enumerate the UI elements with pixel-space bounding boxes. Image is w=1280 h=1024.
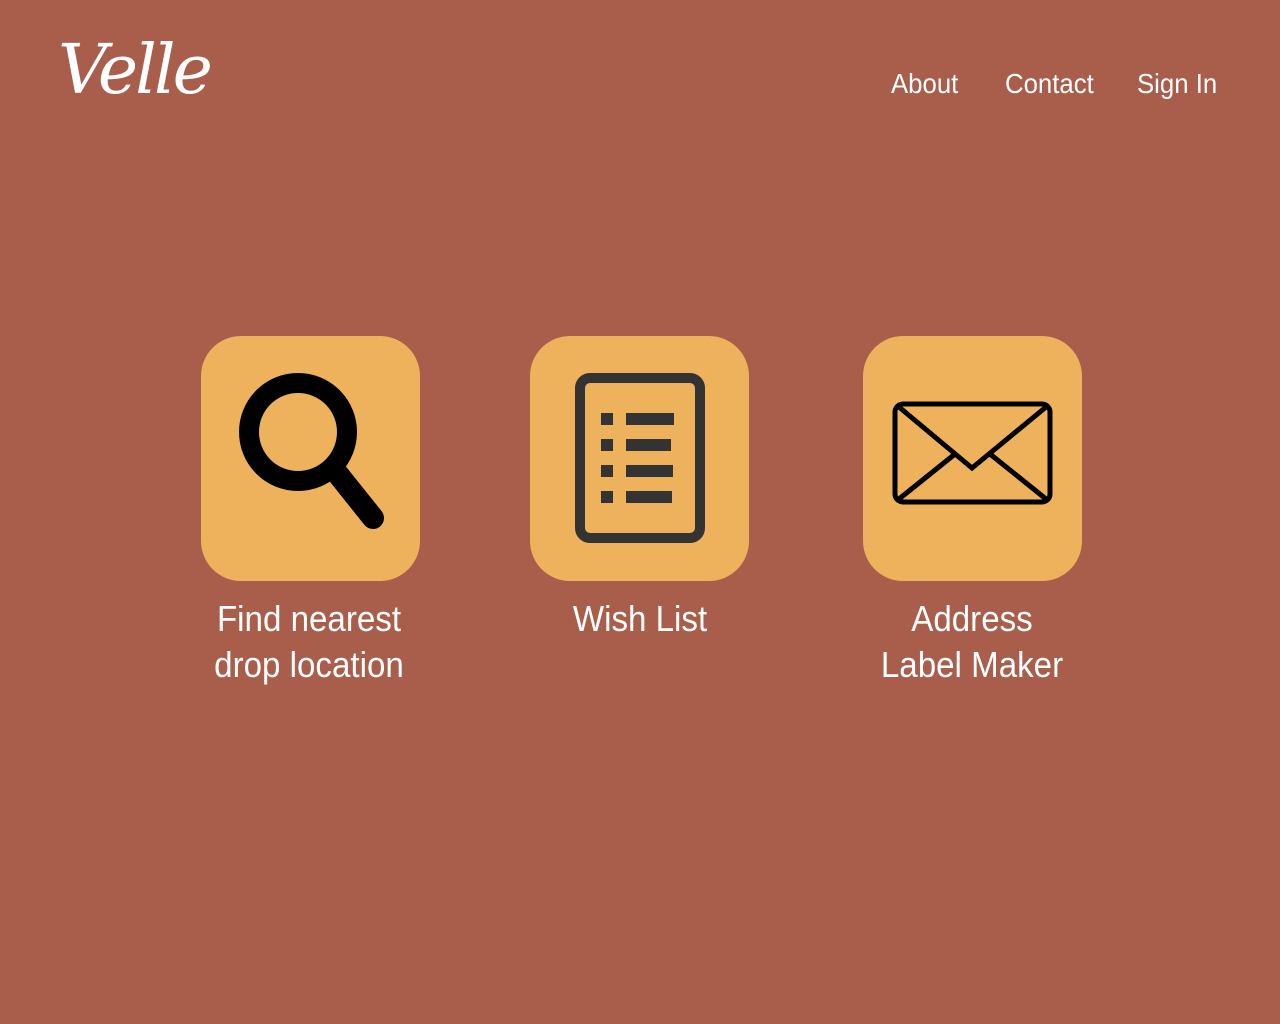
wish-list-caption: Wish List bbox=[572, 598, 708, 639]
logo[interactable]: Velle bbox=[58, 26, 218, 116]
nav-about-link[interactable]: About bbox=[891, 64, 958, 104]
address-label-maker-caption: Address Label Maker bbox=[880, 598, 1064, 685]
nav-sign-in-link[interactable]: Sign In bbox=[1137, 64, 1217, 104]
list-document-icon bbox=[575, 373, 705, 543]
address-label-maker-button[interactable] bbox=[863, 336, 1082, 581]
nav-contact-link[interactable]: Contact bbox=[1005, 64, 1094, 104]
envelope-icon bbox=[892, 401, 1053, 505]
search-icon bbox=[239, 373, 384, 529]
wish-list-button[interactable] bbox=[530, 336, 749, 581]
find-drop-location-button[interactable] bbox=[201, 336, 420, 581]
find-drop-location-caption: Find nearest drop location bbox=[214, 598, 404, 685]
